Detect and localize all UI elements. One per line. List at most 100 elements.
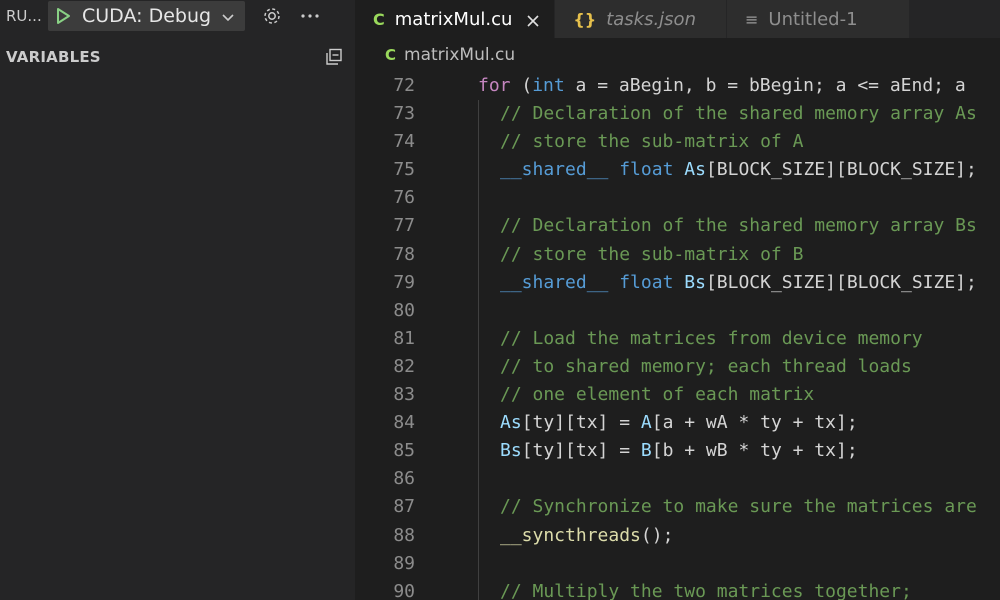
- cuda-file-icon: C: [373, 9, 385, 29]
- variables-title: VARIABLES: [6, 48, 101, 66]
- code-token: __syncthreads: [500, 524, 641, 546]
- indent-guide: [478, 100, 479, 129]
- code-line[interactable]: 90 // Multiply the two matrices together;: [355, 577, 1000, 600]
- debug-sidebar: RU... CUDA: Debug VARIABLES: [0, 0, 355, 600]
- line-number: 81: [393, 327, 415, 349]
- code-token: // Declaration of the shared memory arra…: [500, 103, 977, 125]
- code-line[interactable]: 88 __syncthreads();: [355, 521, 1000, 550]
- code-line[interactable]: 89: [355, 549, 1000, 578]
- line-number: 76: [393, 187, 415, 209]
- play-icon[interactable]: [54, 7, 72, 25]
- code-token: // one element of each matrix: [500, 384, 815, 406]
- code-line[interactable]: 76: [355, 184, 1000, 213]
- indent-guide: [478, 296, 479, 325]
- code-line[interactable]: 75 __shared__ float As[BLOCK_SIZE][BLOCK_…: [355, 156, 1000, 185]
- line-number: 79: [393, 271, 415, 293]
- code-token: Bs: [684, 271, 706, 293]
- code-text: As[ty][tx] = A[a + wA * ty + tx];: [500, 409, 858, 437]
- code-token: As: [500, 412, 522, 434]
- code-line[interactable]: 86: [355, 465, 1000, 494]
- tab-untitled-1[interactable]: ≡ Untitled-1: [726, 0, 910, 38]
- launch-config-select[interactable]: CUDA: Debug: [48, 1, 246, 31]
- code-text: // Declaration of the shared memory arra…: [500, 212, 977, 240]
- code-text: Bs[ty][tx] = B[b + wB * ty + tx];: [500, 437, 858, 465]
- line-number: 78: [393, 243, 415, 265]
- line-number: 83: [393, 384, 415, 406]
- code-token: // Load the matrices from device memory: [500, 327, 923, 349]
- code-line[interactable]: 74 // store the sub-matrix of A: [355, 128, 1000, 157]
- code-text: for (int a = aBegin, b = bBegin; a <= aE…: [478, 72, 966, 100]
- variables-section-header[interactable]: VARIABLES: [0, 44, 355, 70]
- editor-tabs: C matrixMul.cu {} tasks.json ≡ Untitled-…: [355, 0, 1000, 38]
- code-token: [BLOCK_SIZE][BLOCK_SIZE];: [705, 159, 977, 181]
- indent-guide: [478, 521, 479, 550]
- indent-guide: [478, 324, 479, 353]
- code-token: [a + wA * ty + tx];: [651, 412, 858, 434]
- code-text: __shared__ float Bs[BLOCK_SIZE][BLOCK_SI…: [500, 269, 977, 297]
- indent-guide: [478, 240, 479, 269]
- gear-icon[interactable]: [261, 5, 283, 27]
- tab-label: matrixMul.cu: [394, 8, 513, 30]
- code-line[interactable]: 83 // one element of each matrix: [355, 381, 1000, 410]
- debug-toolbar: RU... CUDA: Debug: [0, 0, 355, 32]
- code-token: // Synchronize to make sure the matrices…: [500, 496, 977, 518]
- line-number: 74: [393, 131, 415, 153]
- code-token: A: [640, 412, 652, 434]
- indent-guide: [478, 212, 479, 241]
- code-text: __syncthreads();: [500, 522, 673, 550]
- code-token: a = aBegin, b = bBegin; a <= aEnd; a: [564, 75, 966, 96]
- code-token: __shared__: [500, 271, 609, 293]
- line-number: 73: [393, 103, 415, 125]
- tab-matrixmul-cu[interactable]: C matrixMul.cu: [355, 0, 556, 38]
- code-token: [ty][tx] =: [521, 440, 641, 462]
- line-number: 72: [393, 75, 415, 96]
- code-editor[interactable]: 72 for (int a = aBegin, b = bBegin; a <= …: [355, 72, 1000, 600]
- breadcrumb-file[interactable]: matrixMul.cu: [404, 45, 515, 65]
- code-token: [ty][tx] =: [521, 412, 641, 434]
- code-token: [b + wB * ty + tx];: [651, 440, 858, 462]
- indent-guide: [478, 156, 479, 185]
- cuda-file-icon: C: [385, 46, 397, 64]
- collapse-all-icon[interactable]: [325, 48, 343, 66]
- code-token: B: [640, 440, 652, 462]
- json-file-icon: {}: [573, 9, 597, 29]
- indent-guide: [478, 465, 479, 494]
- tab-tasks-json[interactable]: {} tasks.json: [555, 0, 727, 38]
- close-icon[interactable]: [526, 12, 540, 27]
- code-text: __shared__ float As[BLOCK_SIZE][BLOCK_SI…: [500, 156, 977, 184]
- code-line[interactable]: 78 // store the sub-matrix of B: [355, 240, 1000, 269]
- code-text: // store the sub-matrix of B: [500, 241, 803, 269]
- line-number: 80: [393, 299, 415, 321]
- line-number: 90: [393, 580, 415, 600]
- tab-label: tasks.json: [606, 8, 696, 30]
- indent-guide: [478, 381, 479, 410]
- code-line[interactable]: 82 // to shared memory; each thread loads: [355, 352, 1000, 382]
- code-line[interactable]: 79 __shared__ float Bs[BLOCK_SIZE][BLOCK_…: [355, 268, 1000, 297]
- code-token: // Multiply the two matrices together;: [500, 580, 912, 600]
- code-text: // Load the matrices from device memory: [500, 325, 923, 353]
- code-line[interactable]: 80: [355, 296, 1000, 325]
- line-number: 89: [393, 552, 415, 574]
- code-text: // to shared memory; each thread loads: [500, 353, 912, 381]
- code-token: __shared__: [500, 159, 609, 181]
- code-token: int: [532, 75, 565, 96]
- code-text: // Declaration of the shared memory arra…: [500, 100, 977, 128]
- code-line[interactable]: 85 Bs[ty][tx] = B[b + wB * ty + tx];: [355, 437, 1000, 466]
- code-line[interactable]: 84 As[ty][tx] = A[a + wA * ty + tx];: [355, 409, 1000, 438]
- code-line[interactable]: 73 // Declaration of the shared memory ar…: [355, 100, 1000, 129]
- indent-guide: [478, 352, 479, 382]
- code-line[interactable]: 81 // Load the matrices from device memor…: [355, 324, 1000, 353]
- code-token: float: [619, 271, 674, 293]
- code-token: for: [478, 75, 511, 96]
- line-number: 82: [393, 355, 415, 377]
- code-line[interactable]: 72 for (int a = aBegin, b = bBegin; a <= …: [355, 72, 1000, 100]
- run-and-debug-title: RU...: [6, 7, 42, 25]
- chevron-down-icon[interactable]: [221, 9, 235, 23]
- code-token: Bs: [500, 440, 522, 462]
- more-icon[interactable]: [299, 5, 321, 27]
- code-token: ();: [640, 524, 674, 546]
- code-line[interactable]: 87 // Synchronize to make sure the matric…: [355, 493, 1000, 522]
- code-line[interactable]: 77 // Declaration of the shared memory ar…: [355, 212, 1000, 241]
